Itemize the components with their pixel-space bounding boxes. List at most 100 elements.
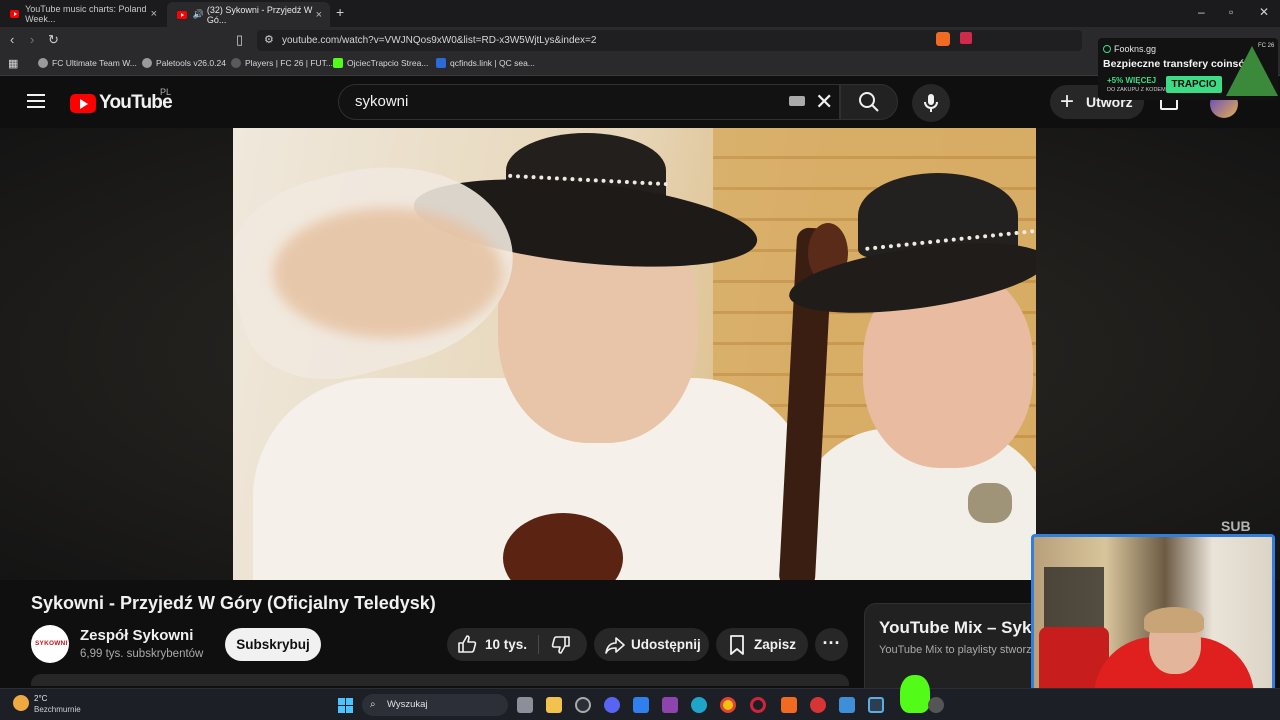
windows-start-icon[interactable]: [338, 698, 353, 713]
browser-tab-bar: YouTube music charts: Poland Week... × 🔊…: [0, 0, 1280, 27]
apps-grid-icon[interactable]: ▦: [8, 57, 18, 70]
youtube-logo[interactable]: YouTube PL: [70, 87, 173, 114]
share-icon: [605, 637, 625, 654]
bookmark-favicon-icon: [38, 58, 48, 68]
share-button[interactable]: Udostępnij: [594, 628, 709, 661]
taskbar-search[interactable]: ⌕ Wyszukaj: [362, 694, 508, 716]
stream-overlay-ad: Fookns.gg Bezpieczne transfery coinsów +…: [1098, 38, 1278, 100]
ad-corner-label: FC 26: [1258, 43, 1275, 49]
thumbs-down-icon[interactable]: [551, 635, 571, 655]
ad-percent: +5% WIĘCEJ: [1107, 76, 1157, 85]
app-icon[interactable]: [868, 697, 884, 713]
weather-icon[interactable]: [13, 695, 29, 711]
save-label: Zapisz: [754, 637, 797, 652]
like-dislike-group: 10 tys.: [447, 628, 587, 661]
video-player[interactable]: SUB: [0, 128, 1280, 580]
tab-label: (32) Sykowni - Przyjedź W Gó...: [206, 4, 313, 25]
windows-taskbar: 2°C Bezchmurnie ⌕ Wyszukaj: [0, 675, 1280, 720]
bookmark-label: Paletools v26.0.24: [156, 58, 226, 68]
file-explorer-icon[interactable]: [546, 697, 562, 713]
app-icon[interactable]: [662, 697, 678, 713]
youtube-play-logo-icon: [70, 93, 96, 113]
bookmark-item[interactable]: qcfinds.link | QC sea...: [436, 58, 535, 68]
ad-code: TRAPCIO: [1166, 76, 1222, 93]
save-button[interactable]: Zapisz: [716, 628, 808, 661]
bookmark-label: Players | FC 26 | FUT...: [245, 58, 334, 68]
bookmark-favicon-icon: [436, 58, 446, 68]
keyboard-icon[interactable]: [789, 96, 805, 106]
channel-avatar[interactable]: SYKOWNI: [31, 625, 69, 663]
minimize-icon[interactable]: –: [1198, 5, 1205, 19]
vscode-icon[interactable]: [633, 697, 649, 713]
subscribe-button[interactable]: Subskrybuj: [225, 628, 321, 661]
tab-label: YouTube music charts: Poland Week...: [25, 3, 147, 24]
webcam-streamer-hair: [1144, 607, 1204, 633]
ad-brand: Fookns.gg: [1114, 44, 1157, 54]
bookmark-item[interactable]: OjciecTrapcio Strea...: [333, 58, 428, 68]
bookmark-item[interactable]: Paletools v26.0.24: [142, 58, 226, 68]
share-label: Udostępnij: [631, 637, 701, 652]
close-window-icon[interactable]: ✕: [1259, 5, 1269, 19]
close-tab-icon[interactable]: ×: [151, 8, 157, 20]
channel-name[interactable]: Zespół Sykowni: [80, 627, 193, 644]
search-value: sykowni: [355, 93, 409, 110]
back-icon[interactable]: ‹: [10, 32, 14, 47]
url-field[interactable]: ⚙ youtube.com/watch?v=VWJNQos9xW0&list=R…: [257, 30, 1082, 51]
youtube-mix-panel[interactable]: YouTube Mix – Sykowni YouTube Mix to pla…: [864, 603, 1070, 693]
bookmark-item[interactable]: FC Ultimate Team W...: [38, 58, 137, 68]
discord-icon[interactable]: [604, 697, 620, 713]
temperature[interactable]: 2°C: [34, 694, 47, 703]
shields-icon[interactable]: [936, 32, 950, 46]
bookmark-label: qcfinds.link | QC sea...: [450, 58, 535, 68]
bookmark-save-icon: [730, 635, 744, 655]
url-text: youtube.com/watch?v=VWJNQos9xW0&list=RD-…: [282, 35, 597, 46]
bookmark-label: FC Ultimate Team W...: [52, 58, 137, 68]
brave-icon[interactable]: [781, 697, 797, 713]
clear-search-icon[interactable]: ✕: [815, 85, 833, 119]
speaker-icon[interactable]: 🔊: [193, 9, 204, 20]
site-info-icon[interactable]: ⚙: [264, 30, 274, 51]
reload-icon[interactable]: ↻: [48, 32, 59, 48]
microphone-icon: [924, 94, 938, 112]
subscriber-count: 6,99 tys. subskrybentów: [80, 648, 204, 660]
forward-icon[interactable]: ›: [30, 32, 34, 47]
close-tab-icon[interactable]: ×: [316, 9, 322, 21]
video-frame[interactable]: [233, 128, 1036, 580]
blurred-hand: [273, 208, 503, 338]
search-icon: ⌕: [370, 699, 376, 710]
thumbs-up-icon[interactable]: [457, 634, 477, 654]
brand-logo-icon: [1103, 45, 1111, 53]
app-icon[interactable]: [928, 697, 944, 713]
chrome-icon[interactable]: [720, 697, 736, 713]
search-button[interactable]: [840, 84, 898, 120]
youtube-favicon-icon: [10, 9, 20, 18]
vivaldi-icon[interactable]: [810, 697, 826, 713]
voice-search-button[interactable]: [912, 84, 950, 122]
sub-watermark: SUB: [1221, 518, 1251, 534]
description-box[interactable]: [31, 674, 849, 686]
browser-tab-charts[interactable]: YouTube music charts: Poland Week... ×: [0, 0, 165, 27]
app-icon[interactable]: [575, 697, 591, 713]
browser-tab-active[interactable]: 🔊 (32) Sykowni - Przyjedź W Gó... ×: [167, 2, 330, 27]
app-icon[interactable]: [839, 697, 855, 713]
more-dots-icon: ···: [822, 633, 841, 653]
ad-logo-triangle-icon: [1226, 46, 1278, 96]
bookmark-item[interactable]: Players | FC 26 | FUT...: [231, 58, 333, 68]
edge-icon[interactable]: [691, 697, 707, 713]
task-view-icon[interactable]: [517, 697, 533, 713]
weather-condition[interactable]: Bezchmurnie: [34, 705, 81, 714]
youtube-masthead: YouTube PL sykowni ✕ Utwórz: [0, 76, 1280, 128]
taskbar-search-label: Wyszukaj: [387, 699, 428, 710]
rewards-icon[interactable]: [960, 32, 972, 44]
maximize-icon[interactable]: ▫: [1229, 5, 1233, 19]
channel-avatar-logo: SYKOWNI: [35, 640, 68, 647]
bookmarks-bar: ▦ FC Ultimate Team W... Paletools v26.0.…: [0, 53, 1280, 76]
opera-icon[interactable]: [750, 697, 766, 713]
search-input[interactable]: sykowni ✕: [338, 84, 840, 120]
bookmark-icon[interactable]: ▯: [236, 32, 243, 48]
hamburger-menu-icon[interactable]: [27, 94, 45, 108]
search-icon: [859, 92, 879, 112]
more-actions-button[interactable]: ···: [815, 628, 848, 661]
like-count[interactable]: 10 tys.: [485, 637, 527, 652]
new-tab-icon[interactable]: +: [336, 4, 344, 20]
